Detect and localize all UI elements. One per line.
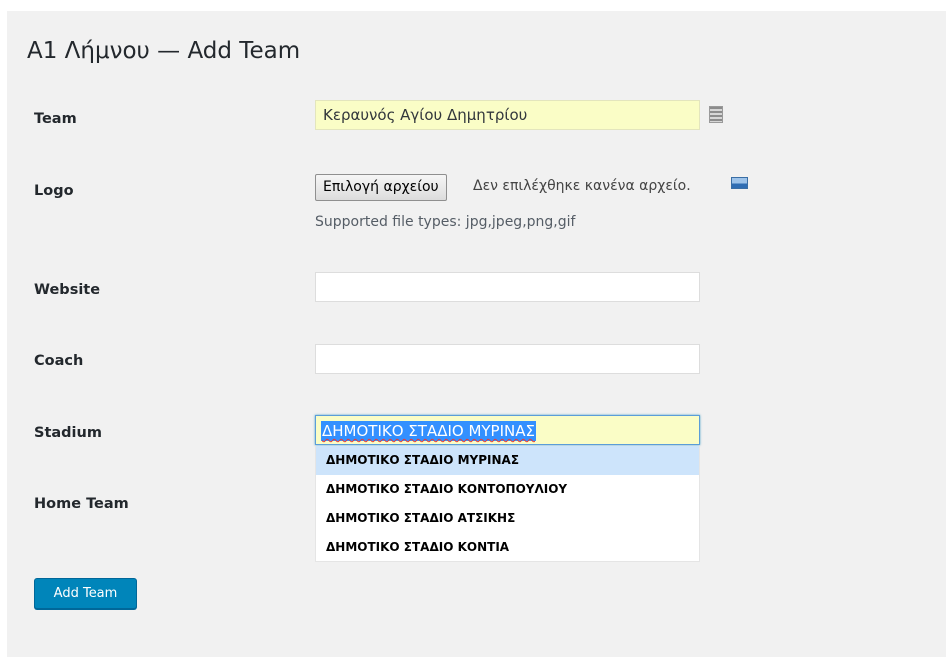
stadium-label: Stadium (34, 425, 102, 441)
choose-file-button[interactable]: Επιλογή αρχείου (315, 174, 447, 201)
file-status-text: Δεν επιλέχθηκε κανένα αρχείο. (473, 178, 691, 194)
team-label: Team (34, 111, 77, 127)
website-input[interactable] (315, 272, 700, 302)
stadium-suggestion-item[interactable]: ΔΗΜΟΤΙΚΟ ΣΤΑΔΙΟ ΑΤΣΙΚΗΣ (316, 504, 699, 533)
supported-file-types-hint: Supported file types: jpg,jpeg,png,gif (315, 214, 576, 230)
page-title: A1 Λήμνου — Add Team (27, 38, 301, 64)
team-input[interactable] (315, 100, 700, 130)
image-icon[interactable] (731, 177, 748, 189)
stadium-suggestion-item[interactable]: ΔΗΜΟΤΙΚΟ ΣΤΑΔΙΟ ΚΟΝΤΙΑ (316, 533, 699, 562)
stadium-suggestion-item[interactable]: ΔΗΜΟΤΙΚΟ ΣΤΑΔΙΟ ΜΥΡΙΝΑΣ (316, 446, 699, 475)
home-team-label: Home Team (34, 496, 129, 512)
website-label: Website (34, 282, 101, 298)
add-team-button[interactable]: Add Team (34, 578, 137, 609)
logo-label: Logo (34, 183, 74, 199)
stadium-input-value: ΔΗΜΟΤΙΚΟ ΣΤΑΔΙΟ ΜΥΡΙΝΑΣ (321, 421, 536, 441)
coach-label: Coach (34, 353, 84, 369)
stadium-suggestion-item[interactable]: ΔΗΜΟΤΙΚΟ ΣΤΑΔΙΟ ΚΟΝΤΟΠΟΥΛΙΟΥ (316, 475, 699, 504)
stadium-suggestions-list: ΔΗΜΟΤΙΚΟ ΣΤΑΔΙΟ ΜΥΡΙΝΑΣ ΔΗΜΟΤΙΚΟ ΣΤΑΔΙΟ … (315, 446, 700, 562)
coach-input[interactable] (315, 344, 700, 374)
database-icon[interactable] (709, 106, 723, 123)
